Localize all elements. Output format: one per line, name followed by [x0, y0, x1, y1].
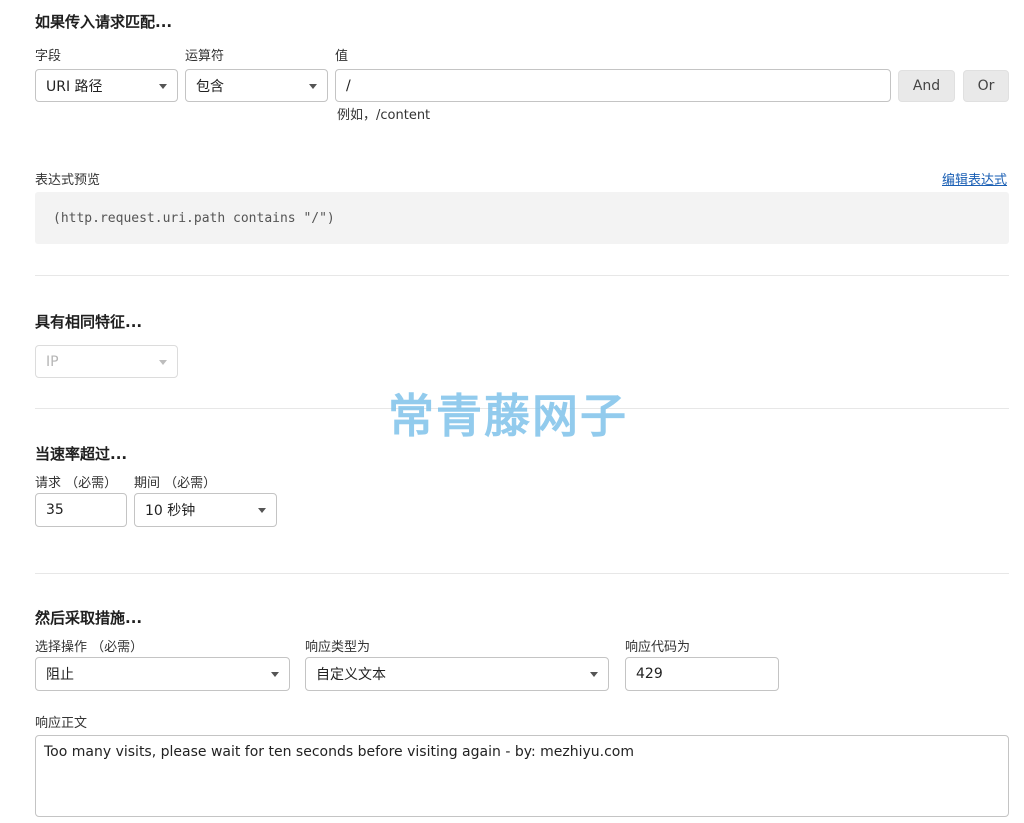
action-select-value: 阻止: [46, 667, 74, 683]
edit-expression-link[interactable]: 编辑表达式: [942, 169, 1007, 188]
characteristics-heading: 具有相同特征...: [35, 313, 143, 331]
chevron-down-icon: [590, 672, 598, 677]
requests-input[interactable]: 35: [35, 493, 127, 527]
chevron-down-icon: [159, 83, 167, 89]
action-select[interactable]: 阻止: [35, 657, 290, 691]
or-button[interactable]: Or: [963, 70, 1009, 102]
chevron-down-icon: [159, 359, 167, 365]
expression-preview-text: (http.request.uri.path contains "/"): [53, 210, 335, 226]
operator-label: 运算符: [185, 49, 225, 64]
action-label: 选择操作 （必需）: [35, 640, 144, 655]
divider: [35, 275, 1009, 276]
period-select-value: 10 秒钟: [145, 503, 196, 519]
response-body-label: 响应正文: [35, 716, 88, 731]
period-select[interactable]: 10 秒钟: [134, 493, 277, 527]
characteristic-select-value: IP: [46, 353, 59, 370]
expression-preview-box: (http.request.uri.path contains "/"): [35, 192, 1009, 244]
watermark-text: 常青藤网子: [388, 389, 628, 443]
requests-label: 请求 （必需）: [35, 476, 118, 491]
value-input-text: /: [346, 77, 351, 94]
expression-preview-label: 表达式预览: [35, 173, 101, 188]
response-code-input-value: 429: [636, 666, 663, 682]
divider: [35, 573, 1009, 574]
field-select-value: URI 路径: [46, 78, 103, 95]
response-type-select[interactable]: 自定义文本: [305, 657, 609, 691]
value-hint: 例如，/content: [337, 108, 431, 123]
value-input[interactable]: /: [335, 69, 891, 102]
and-button[interactable]: And: [898, 70, 955, 102]
response-code-input[interactable]: 429: [625, 657, 779, 691]
requests-input-value: 35: [46, 502, 64, 518]
chevron-down-icon: [271, 672, 279, 677]
response-body-textarea[interactable]: Too many visits, please wait for ten sec…: [35, 735, 1009, 817]
operator-select[interactable]: 包含: [185, 69, 328, 102]
period-label: 期间 （必需）: [134, 476, 217, 491]
response-code-label: 响应代码为: [625, 640, 691, 655]
field-label: 字段: [35, 49, 62, 64]
chevron-down-icon: [258, 508, 266, 513]
characteristic-select: IP: [35, 345, 178, 378]
value-label: 值: [335, 49, 349, 64]
action-heading: 然后采取措施...: [35, 609, 143, 627]
chevron-down-icon: [309, 83, 317, 89]
match-heading: 如果传入请求匹配...: [35, 13, 173, 31]
response-body-text: Too many visits, please wait for ten sec…: [44, 744, 635, 760]
field-select[interactable]: URI 路径: [35, 69, 178, 102]
response-type-label: 响应类型为: [305, 640, 371, 655]
operator-select-value: 包含: [196, 78, 224, 95]
rate-heading: 当速率超过...: [35, 445, 128, 463]
response-type-select-value: 自定义文本: [316, 667, 386, 683]
